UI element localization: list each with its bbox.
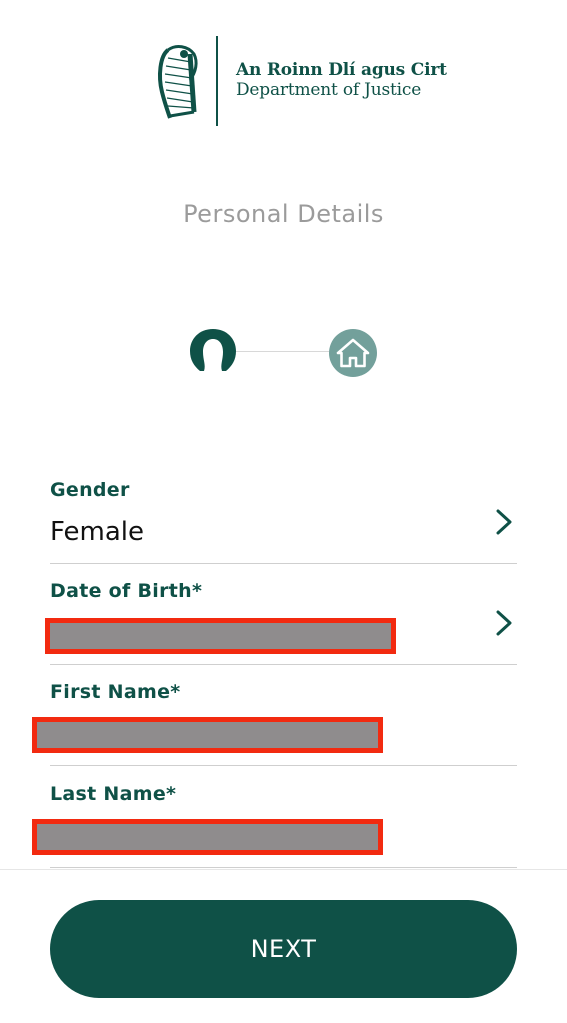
- department-name-irish: An Roinn Dlí agus Cirt: [236, 60, 447, 80]
- page-title: Personal Details: [183, 200, 384, 228]
- gender-field[interactable]: Gender Female: [50, 462, 517, 564]
- harp-icon: [158, 45, 198, 119]
- first-name-input-redacted[interactable]: [32, 717, 383, 753]
- footer-divider: [0, 869, 567, 870]
- step-home[interactable]: [329, 329, 377, 377]
- gender-value[interactable]: Female: [50, 517, 144, 547]
- date-of-birth-value-redacted[interactable]: [45, 618, 396, 654]
- last-name-field[interactable]: Last Name*: [32, 766, 517, 868]
- chevron-right-icon[interactable]: [495, 508, 513, 536]
- gender-label: Gender: [50, 479, 130, 501]
- department-logo: An Roinn Dlí agus Cirt Department of Jus…: [150, 36, 447, 128]
- last-name-input-redacted[interactable]: [32, 819, 383, 855]
- home-icon: [336, 338, 370, 368]
- first-name-field[interactable]: First Name*: [32, 664, 517, 766]
- logo-divider: [216, 36, 218, 126]
- first-name-label: First Name*: [50, 681, 181, 703]
- stepper-connector: [236, 351, 330, 352]
- chevron-right-icon[interactable]: [495, 609, 513, 637]
- person-icon[interactable]: [188, 327, 238, 377]
- date-of-birth-field[interactable]: Date of Birth*: [45, 563, 517, 665]
- department-name-english: Department of Justice: [236, 80, 422, 100]
- last-name-label: Last Name*: [50, 783, 177, 805]
- date-of-birth-label: Date of Birth*: [50, 580, 203, 602]
- progress-stepper: [188, 326, 380, 378]
- next-button[interactable]: NEXT: [50, 900, 517, 998]
